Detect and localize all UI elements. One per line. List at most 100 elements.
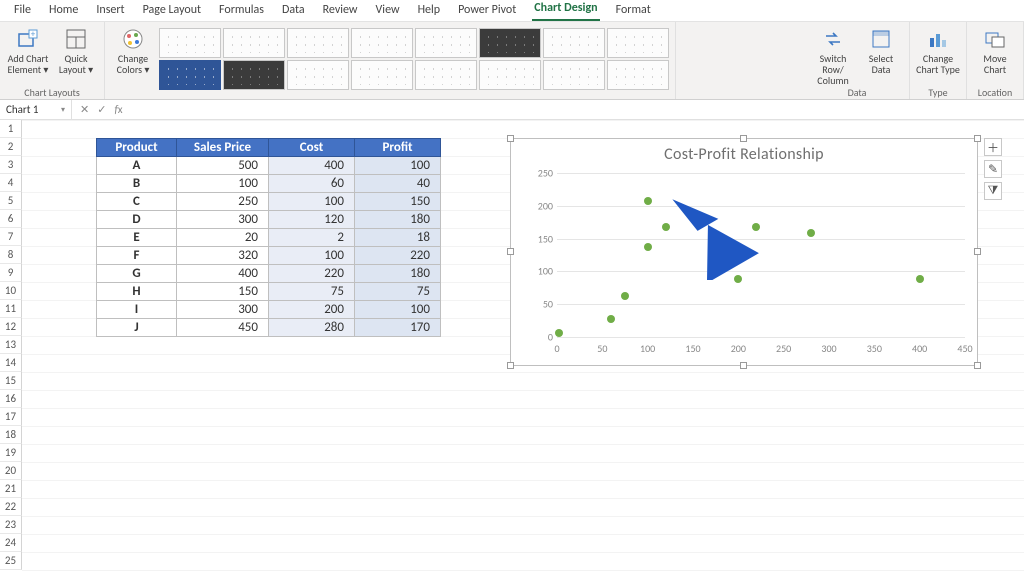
fx-accept-icon[interactable]: ✓	[97, 103, 106, 116]
chart-style-thumb[interactable]	[479, 60, 541, 90]
data-point[interactable]	[644, 197, 652, 205]
cell-profit[interactable]: 100	[355, 157, 441, 175]
cell-profit[interactable]: 18	[355, 229, 441, 247]
table-row[interactable]: F320100220	[97, 247, 441, 265]
fx-icon[interactable]: fx	[114, 103, 122, 116]
chart-style-thumb[interactable]	[415, 28, 477, 58]
change-chart-type-button[interactable]: Change Chart Type	[916, 26, 960, 84]
cell-sales[interactable]: 300	[177, 211, 269, 229]
select-data-button[interactable]: Select Data	[859, 26, 903, 84]
chart-style-thumb[interactable]	[159, 28, 221, 58]
data-point[interactable]	[621, 292, 629, 300]
cell-product[interactable]: G	[97, 265, 177, 283]
resize-handle[interactable]	[974, 362, 981, 369]
cell-profit[interactable]: 220	[355, 247, 441, 265]
cell-profit[interactable]: 170	[355, 319, 441, 337]
cell-cost[interactable]: 75	[269, 283, 355, 301]
row-header[interactable]: 13	[0, 336, 22, 354]
chart-styles-button[interactable]: ✎	[984, 160, 1002, 178]
row-header[interactable]: 5	[0, 192, 22, 210]
cell-cost[interactable]: 280	[269, 319, 355, 337]
table-row[interactable]: A500400100	[97, 157, 441, 175]
cell-product[interactable]: F	[97, 247, 177, 265]
data-point[interactable]	[916, 275, 924, 283]
cell-sales[interactable]: 20	[177, 229, 269, 247]
cell-sales[interactable]: 250	[177, 193, 269, 211]
row-header[interactable]: 22	[0, 498, 22, 516]
cell-cost[interactable]: 200	[269, 301, 355, 319]
row-header[interactable]: 11	[0, 300, 22, 318]
chart-style-thumb[interactable]	[287, 28, 349, 58]
row-header[interactable]: 6	[0, 210, 22, 228]
chart-style-thumb[interactable]	[287, 60, 349, 90]
cell-sales[interactable]: 150	[177, 283, 269, 301]
row-header[interactable]: 15	[0, 372, 22, 390]
th-product[interactable]: Product	[97, 139, 177, 157]
switch-row-column-button[interactable]: Switch Row/ Column	[811, 26, 855, 84]
resize-handle[interactable]	[740, 362, 747, 369]
resize-handle[interactable]	[740, 135, 747, 142]
tab-data[interactable]: Data	[280, 1, 307, 21]
chart-style-thumb[interactable]	[351, 60, 413, 90]
chart-style-thumb[interactable]	[479, 28, 541, 58]
cell-cost[interactable]: 100	[269, 193, 355, 211]
row-header[interactable]: 19	[0, 444, 22, 462]
chart-style-thumb[interactable]	[351, 28, 413, 58]
row-header[interactable]: 20	[0, 462, 22, 480]
cell-profit[interactable]: 75	[355, 283, 441, 301]
cell-sales[interactable]: 100	[177, 175, 269, 193]
chart-styles-gallery[interactable]	[159, 26, 669, 90]
cell-sales[interactable]: 320	[177, 247, 269, 265]
chart-filters-button[interactable]: ⧩	[984, 182, 1002, 200]
data-point[interactable]	[752, 223, 760, 231]
tab-home[interactable]: Home	[47, 1, 80, 21]
table-row[interactable]: B1006040	[97, 175, 441, 193]
row-header[interactable]: 16	[0, 390, 22, 408]
row-header[interactable]: 21	[0, 480, 22, 498]
chart-style-thumb[interactable]	[223, 60, 285, 90]
cell-sales[interactable]: 500	[177, 157, 269, 175]
cell-product[interactable]: E	[97, 229, 177, 247]
row-header[interactable]: 1	[0, 120, 22, 138]
row-header[interactable]: 8	[0, 246, 22, 264]
cell-profit[interactable]: 100	[355, 301, 441, 319]
row-header[interactable]: 25	[0, 552, 22, 570]
tab-chart-design[interactable]: Chart Design	[532, 0, 599, 21]
th-profit[interactable]: Profit	[355, 139, 441, 157]
row-header[interactable]: 9	[0, 264, 22, 282]
cell-profit[interactable]: 150	[355, 193, 441, 211]
resize-handle[interactable]	[507, 248, 514, 255]
cell-cost[interactable]: 400	[269, 157, 355, 175]
quick-layout-button[interactable]: Quick Layout ▾	[54, 26, 98, 84]
tab-help[interactable]: Help	[416, 1, 443, 21]
cell-profit[interactable]: 40	[355, 175, 441, 193]
table-row[interactable]: G400220180	[97, 265, 441, 283]
table-row[interactable]: C250100150	[97, 193, 441, 211]
tab-view[interactable]: View	[374, 1, 402, 21]
cell-sales[interactable]: 450	[177, 319, 269, 337]
row-header[interactable]: 10	[0, 282, 22, 300]
cell-sales[interactable]: 400	[177, 265, 269, 283]
plot-area[interactable]: 0501001502002500501001502002503003504004…	[557, 173, 965, 337]
cell-cost[interactable]: 2	[269, 229, 355, 247]
data-point[interactable]	[807, 229, 815, 237]
chart-style-thumb[interactable]	[607, 28, 669, 58]
chart-style-thumb[interactable]	[543, 60, 605, 90]
row-header[interactable]: 3	[0, 156, 22, 174]
data-point[interactable]	[734, 275, 742, 283]
cell-product[interactable]: B	[97, 175, 177, 193]
chart-title[interactable]: Cost-Profit Relationship	[511, 139, 977, 164]
cell-product[interactable]: J	[97, 319, 177, 337]
move-chart-button[interactable]: Move Chart	[973, 26, 1017, 84]
cell-product[interactable]: H	[97, 283, 177, 301]
row-header[interactable]: 7	[0, 228, 22, 246]
data-point[interactable]	[644, 243, 652, 251]
data-point[interactable]	[662, 223, 670, 231]
chart-style-thumb[interactable]	[159, 60, 221, 90]
table-row[interactable]: E20218	[97, 229, 441, 247]
resize-handle[interactable]	[507, 135, 514, 142]
cell-product[interactable]: D	[97, 211, 177, 229]
cell-product[interactable]: I	[97, 301, 177, 319]
table-row[interactable]: I300200100	[97, 301, 441, 319]
row-header[interactable]: 24	[0, 534, 22, 552]
